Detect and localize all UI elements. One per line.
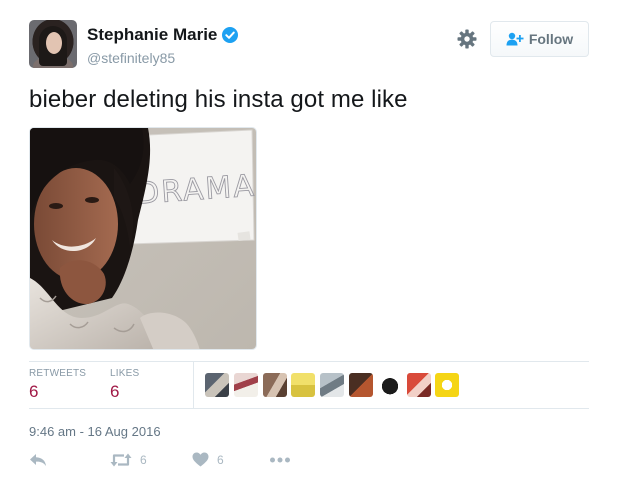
gear-icon[interactable] bbox=[457, 29, 477, 49]
likes-label[interactable]: LIKES bbox=[110, 368, 139, 379]
follow-button[interactable]: Follow bbox=[490, 21, 589, 57]
liker-avatar-2[interactable] bbox=[233, 373, 258, 397]
user-handle[interactable]: @stefinitely85 bbox=[87, 50, 175, 66]
more-button[interactable] bbox=[269, 452, 291, 468]
liker-avatar-7[interactable] bbox=[377, 373, 402, 397]
tweet-media-photo[interactable]: DRAMA bbox=[29, 127, 257, 350]
retweet-button[interactable]: 6 bbox=[110, 452, 147, 468]
retweets-label[interactable]: RETWEETS bbox=[29, 368, 86, 379]
tweet-actions: 6 6 bbox=[29, 452, 359, 474]
likers-avatar-list bbox=[205, 373, 464, 397]
display-name[interactable]: Stephanie Marie bbox=[87, 25, 217, 45]
retweets-count[interactable]: 6 bbox=[29, 382, 38, 402]
verified-badge-icon bbox=[222, 27, 239, 43]
heart-icon bbox=[192, 452, 209, 467]
liker-avatar-3[interactable] bbox=[262, 373, 287, 397]
more-dots-icon bbox=[270, 457, 290, 463]
tweet-text: bieber deleting his insta got me like bbox=[29, 86, 408, 113]
like-button[interactable]: 6 bbox=[192, 452, 224, 467]
media-photo-illustration: DRAMA bbox=[30, 128, 256, 349]
stats-top-divider bbox=[29, 361, 589, 362]
reply-icon bbox=[30, 454, 46, 466]
like-action-count: 6 bbox=[217, 452, 224, 467]
follow-label: Follow bbox=[528, 31, 574, 47]
stats-bottom-divider bbox=[29, 408, 589, 409]
avatar[interactable] bbox=[29, 20, 77, 68]
liker-avatar-4[interactable] bbox=[291, 373, 316, 397]
liker-avatar-8[interactable] bbox=[406, 373, 431, 397]
likes-count[interactable]: 6 bbox=[110, 382, 119, 402]
reply-button[interactable] bbox=[29, 452, 47, 468]
tweet-timestamp[interactable]: 9:46 am - 16 Aug 2016 bbox=[29, 424, 161, 439]
retweet-action-count: 6 bbox=[140, 453, 147, 467]
avatar-face bbox=[46, 32, 62, 54]
stats-vertical-divider bbox=[193, 362, 194, 408]
add-user-icon bbox=[506, 32, 524, 46]
liker-avatar-9[interactable] bbox=[435, 373, 460, 397]
liker-avatar-5[interactable] bbox=[320, 373, 345, 397]
liker-avatar-6[interactable] bbox=[348, 373, 373, 397]
name-row: Stephanie Marie bbox=[87, 25, 239, 45]
retweet-icon bbox=[110, 453, 132, 467]
liker-avatar-1[interactable] bbox=[205, 373, 229, 397]
